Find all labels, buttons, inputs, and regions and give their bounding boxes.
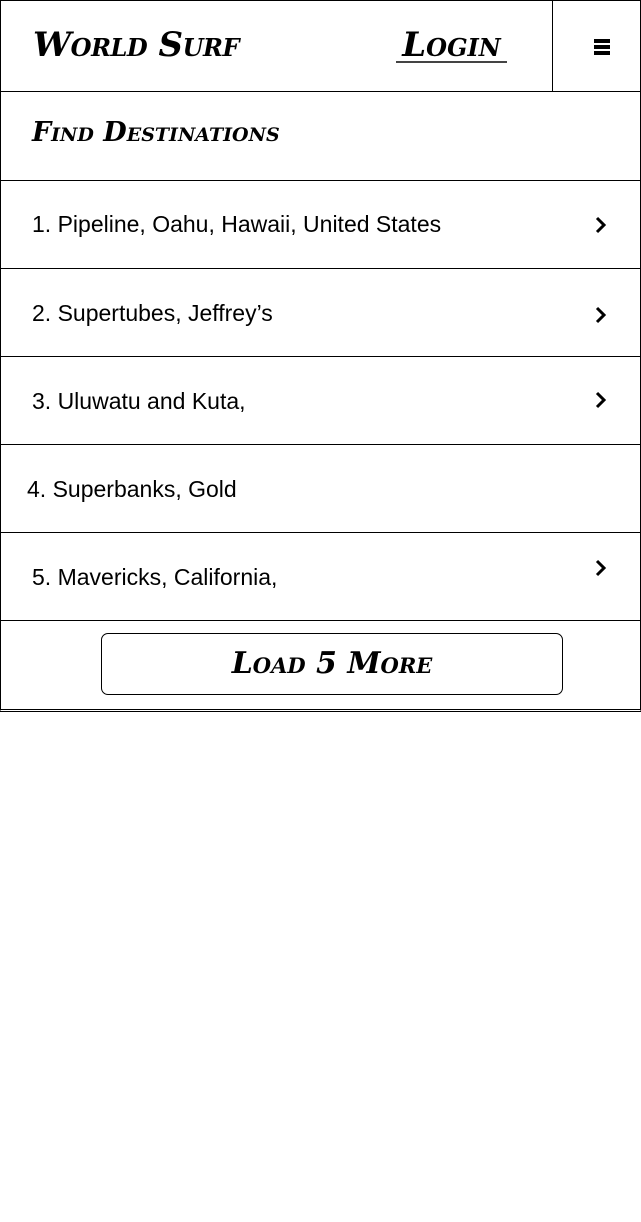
destination-item[interactable]: 3. Uluwatu and Kuta, xyxy=(0,356,641,445)
load-more-row: Load 5 More xyxy=(0,620,641,712)
login-link[interactable]: Login xyxy=(396,23,507,65)
destination-label: 2. Supertubes, Jeffrey’s xyxy=(32,300,273,326)
destination-item[interactable]: 5. Mavericks, California, xyxy=(0,532,641,621)
chevron-right-icon xyxy=(595,216,607,234)
destination-label: 4. Superbanks, Gold xyxy=(27,476,237,502)
chevron-right-icon xyxy=(595,559,607,577)
chevron-right-icon xyxy=(595,391,607,409)
destination-item[interactable]: 4. Superbanks, Gold xyxy=(0,444,641,533)
destination-item[interactable]: 1. Pipeline, Oahu, Hawaii, United States xyxy=(0,180,641,269)
header-bar: World Surf Login xyxy=(0,0,641,92)
load-more-button[interactable]: Load 5 More xyxy=(101,633,563,695)
section-header: Find Destinations xyxy=(0,91,641,181)
destination-item[interactable]: 2. Supertubes, Jeffrey’s xyxy=(0,268,641,357)
brand-logo[interactable]: World Surf xyxy=(33,23,240,67)
destination-label: 5. Mavericks, California, xyxy=(32,564,278,590)
menu-button[interactable] xyxy=(552,1,641,91)
chevron-right-icon xyxy=(595,306,607,324)
section-title: Find Destinations xyxy=(32,117,280,148)
hamburger-menu-icon xyxy=(594,39,610,55)
app-frame: World Surf Login Find Destinations 1. Pi… xyxy=(0,0,641,712)
destination-label: 1. Pipeline, Oahu, Hawaii, United States xyxy=(32,211,442,237)
destination-label: 3. Uluwatu and Kuta, xyxy=(32,388,246,414)
